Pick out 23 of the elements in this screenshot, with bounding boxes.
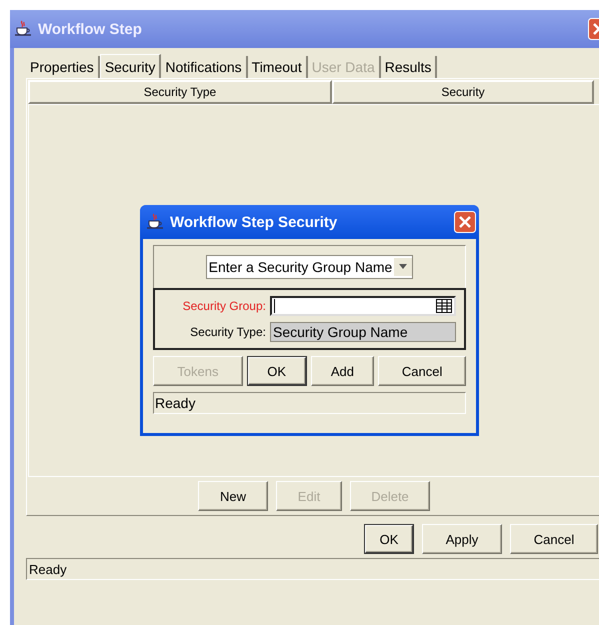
close-icon[interactable]: [454, 211, 476, 233]
dropdown[interactable]: Enter a Security Group Name: [206, 255, 414, 279]
status-text: Ready: [29, 562, 67, 576]
input-field[interactable]: [270, 296, 456, 316]
default-button[interactable]: OK: [246, 356, 307, 386]
coffee-cup-icon: [146, 213, 164, 231]
column-header[interactable]: Security: [332, 80, 594, 104]
column-header[interactable]: Security Type: [28, 80, 332, 104]
dialog-title: Workflow Step Security: [170, 214, 338, 230]
button[interactable]: Cancel: [510, 524, 598, 554]
field-label: Security Group:: [182, 299, 266, 313]
window-title: Workflow Step: [38, 20, 143, 38]
button[interactable]: Cancel: [378, 356, 466, 386]
coffee-cup-icon: [14, 20, 32, 38]
list-icon[interactable]: [436, 299, 452, 313]
status-text: Ready: [155, 395, 196, 411]
button[interactable]: Apply: [422, 524, 502, 554]
button[interactable]: Add: [310, 356, 374, 386]
tab[interactable]: Security: [100, 54, 162, 78]
button[interactable]: New: [198, 481, 268, 511]
default-button[interactable]: OK: [364, 524, 414, 554]
read-only-field: Security Group Name: [270, 322, 456, 342]
field-label: Security Type:: [190, 325, 266, 339]
